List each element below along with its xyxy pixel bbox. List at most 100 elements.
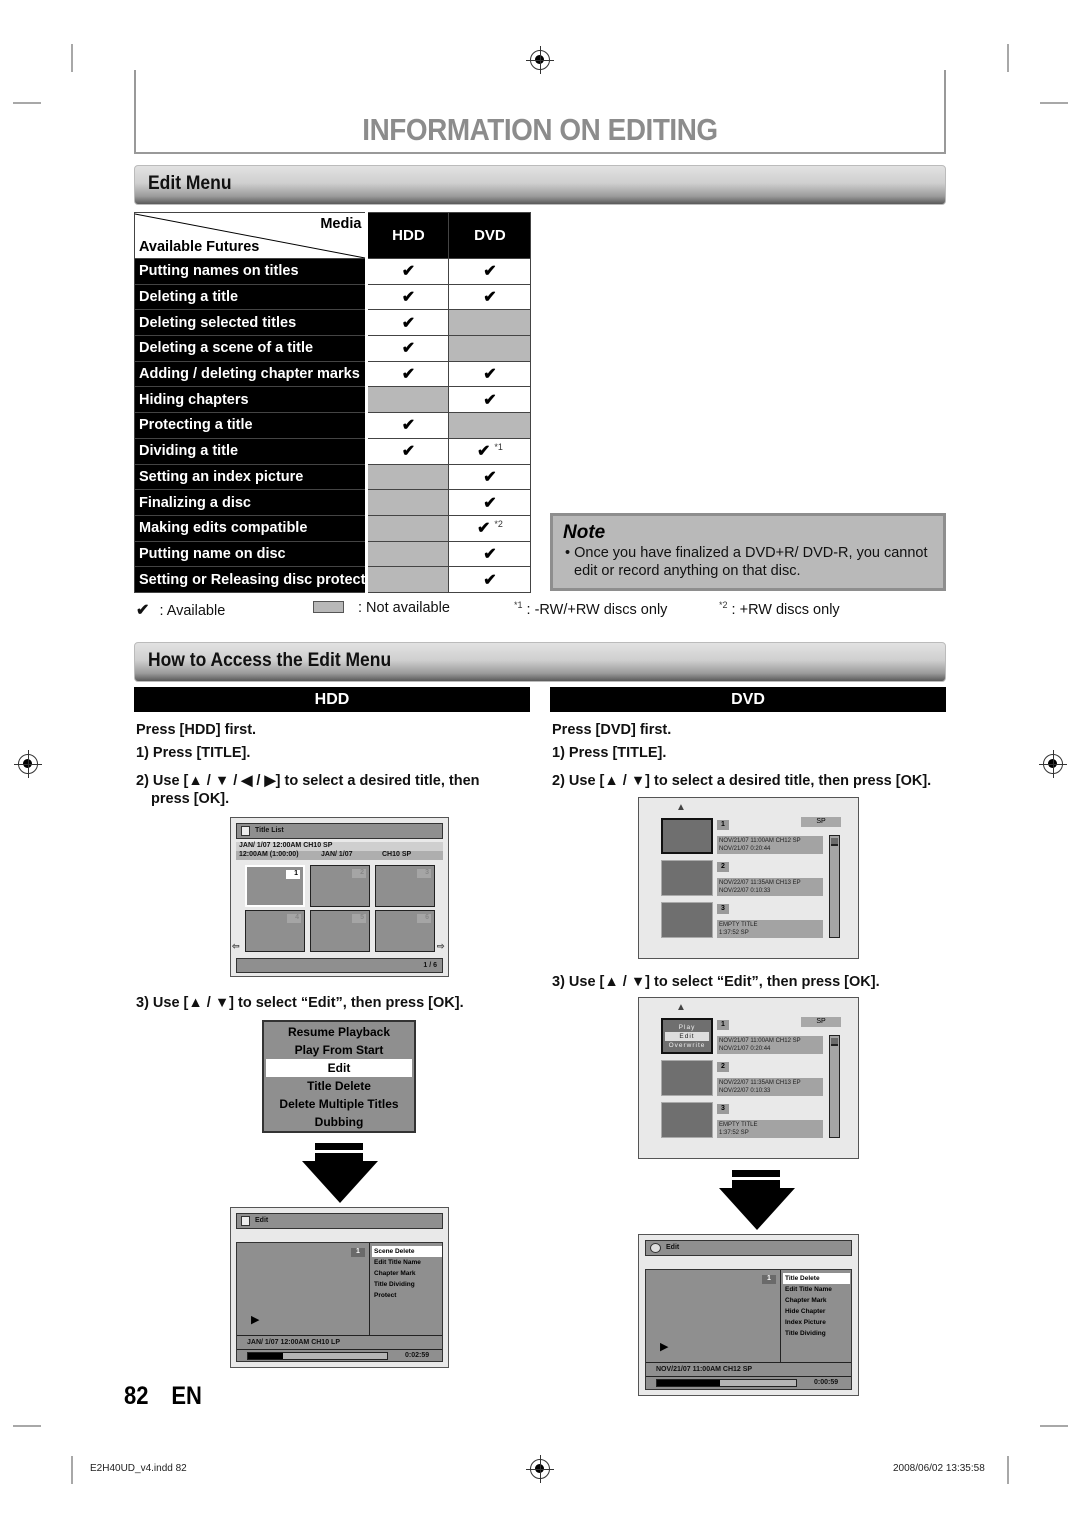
title-info-line-1: NOV/22/07 11:35AM CH13 EP [719, 880, 801, 886]
down-arrow-icon [719, 1170, 795, 1230]
title-info: NOV/21/07 11:00AM CH12 SP NOV/21/07 0:20:… [717, 836, 823, 854]
check-icon: ✔ [136, 602, 150, 619]
corner-features-label: Available Futures [139, 239, 260, 255]
scrollbar-thumb[interactable] [831, 1038, 838, 1046]
title-info: NOV/22/07 11:35AM CH13 EP NOV/22/07 0:10:… [717, 1078, 823, 1096]
title-thumbnail[interactable]: 2 [310, 865, 370, 907]
edit-option[interactable]: Protect [372, 1290, 442, 1301]
edit-option[interactable]: Chapter Mark [372, 1268, 442, 1279]
title-number: 3 [717, 904, 729, 914]
feature-label: Putting name on disc [133, 540, 369, 568]
edit-info: NOV/21/07 11:00AM CH12 SP [656, 1366, 753, 1373]
title-thumbnail[interactable]: 4 [245, 910, 305, 952]
thumbnail-number: 6 [417, 914, 431, 923]
hdd-press-first: Press [HDD] first. [136, 722, 257, 738]
scrollbar[interactable] [829, 835, 840, 938]
title-thumbnail[interactable] [661, 902, 713, 938]
table-row: Deleting a scene of a title ✔ [133, 335, 532, 362]
progress-fill [248, 1353, 283, 1359]
edit-option[interactable]: Edit Title Name [372, 1257, 442, 1268]
edit-option[interactable]: Title Dividing [783, 1328, 850, 1339]
menu-item[interactable]: Title Delete [264, 1077, 414, 1095]
edit-header: Edit [645, 1240, 852, 1256]
hdd-not-available-cell [366, 566, 450, 593]
title-thumbnail[interactable]: Play Edit Overwrite [661, 1018, 713, 1054]
title-thumbnail[interactable] [661, 860, 713, 896]
title-thumbnail[interactable]: 6 [375, 910, 435, 952]
dvd-not-available-cell [448, 412, 532, 439]
menu-item[interactable]: Resume Playback [264, 1023, 414, 1041]
title-thumbnail[interactable]: 1 [245, 865, 305, 907]
scrollbar-thumb[interactable] [831, 838, 838, 846]
title-thumbnail[interactable] [661, 1102, 713, 1138]
title-info: NOV/22/07 11:35AM CH13 EP NOV/22/07 0:10:… [717, 878, 823, 896]
corner-media-label: Media [320, 216, 362, 232]
hdd-not-available-cell [366, 463, 450, 491]
edit-option[interactable]: Title Dividing [372, 1279, 442, 1290]
edit-option[interactable]: Title Delete [783, 1273, 850, 1284]
scrollbar[interactable] [829, 1035, 840, 1138]
menu-item[interactable]: Edit [266, 1059, 412, 1077]
edit-option[interactable]: Scene Delete [372, 1246, 442, 1257]
title-thumbnail[interactable] [661, 1060, 713, 1096]
popup-option[interactable]: Edit [665, 1032, 709, 1041]
edit-option[interactable]: Hide Chapter [783, 1306, 850, 1317]
footer-timestamp: 2008/06/02 13:35:58 [893, 1463, 985, 1474]
feature-label: Setting an index picture [133, 463, 369, 491]
feature-label: Deleting a scene of a title [133, 335, 369, 362]
crop-mark [71, 1456, 73, 1484]
elapsed-time: 0:02:59 [405, 1352, 430, 1359]
left-arrow-icon[interactable]: ⇦ [232, 941, 240, 952]
info-bar-2: 12:00AM (1:00:00) JAN/ 1/07 CH10 SP [236, 851, 443, 860]
footer-filename: E2H40UD_v4.indd 82 [90, 1463, 187, 1474]
thumbnail-number: 5 [352, 914, 366, 923]
page-indicator-bar: 1 / 6 [236, 958, 443, 973]
feature-label: Setting or Releasing disc protect [133, 566, 369, 593]
hdd-available-cell: ✔ [366, 258, 450, 285]
scroll-up-icon[interactable]: ▲ [676, 802, 686, 813]
check-icon: ✔ [483, 263, 497, 281]
hdd-edit-screen: Edit 1 Scene Delete Edit Title Name Chapte… [230, 1207, 449, 1368]
section-title: Edit Menu [148, 173, 232, 194]
scroll-up-icon[interactable]: ▲ [676, 1002, 686, 1013]
title-thumbnail[interactable]: 5 [310, 910, 370, 952]
dvd-step-3: 3) Use [▲ / ▼] to select “Edit”, then pr… [552, 974, 880, 990]
dvd-available-cell: ✔ *1 [448, 437, 532, 465]
progress-bar [247, 1352, 388, 1360]
feature-label: Hiding chapters [133, 386, 369, 414]
play-icon: ▶ [660, 1341, 669, 1353]
dvd-available-cell: ✔ [448, 566, 532, 593]
menu-item[interactable]: Dubbing [264, 1113, 414, 1131]
recording-mode: SP [801, 1017, 841, 1027]
title-info-line-2: NOV/21/07 0:20:44 [719, 1046, 771, 1052]
crop-mark [1040, 102, 1068, 104]
dvd-title-list-screen: ▲ SP 1 NOV/21/07 11:00AM CH12 SP NOV/21/07 0… [638, 797, 859, 959]
title-thumbnail[interactable] [661, 818, 713, 854]
registration-mark-icon [526, 1455, 554, 1483]
edit-option[interactable]: Chapter Mark [783, 1295, 850, 1306]
popup-option[interactable]: Play [663, 1023, 711, 1032]
edit-option[interactable]: Index Picture [783, 1317, 850, 1328]
hdd-subheader: HDD [134, 687, 530, 712]
play-icon: ▶ [251, 1314, 260, 1326]
hdd-step-3: 3) Use [▲ / ▼] to select “Edit”, then pr… [136, 995, 464, 1011]
note2-mark: *2 [719, 600, 728, 610]
title-info-line-2: NOV/22/07 0:10:33 [719, 888, 771, 894]
menu-item[interactable]: Play From Start [264, 1041, 414, 1059]
legend-available-label: : Available [159, 603, 226, 619]
title-thumbnail[interactable]: 3 [375, 865, 435, 907]
edit-option[interactable]: Edit Title Name [783, 1284, 850, 1295]
hdd-not-available-cell [366, 514, 450, 542]
right-arrow-icon[interactable]: ⇨ [437, 941, 445, 952]
dvd-available-cell: ✔ [448, 386, 532, 414]
section-header-edit-menu: Edit Menu [134, 165, 946, 205]
title-number-badge: 1 [762, 1275, 776, 1284]
menu-item[interactable]: Delete Multiple Titles [264, 1095, 414, 1113]
hdd-not-available-cell [366, 386, 450, 414]
down-arrow-icon [302, 1143, 378, 1203]
recording-mode: SP [801, 817, 841, 827]
dvd-subheader: DVD [550, 687, 946, 712]
edit-header-label: Edit [666, 1244, 680, 1251]
feature-label: Finalizing a disc [133, 489, 369, 516]
popup-option[interactable]: Overwrite [663, 1041, 711, 1050]
